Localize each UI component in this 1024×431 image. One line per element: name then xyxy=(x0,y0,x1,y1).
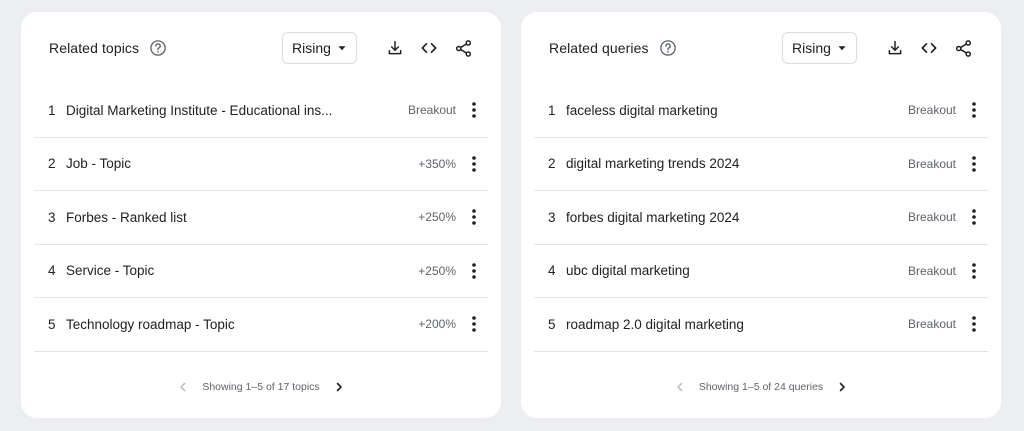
item-rank: 4 xyxy=(48,263,56,279)
topics-list: 1 Digital Marketing Institute - Educatio… xyxy=(34,84,488,352)
item-value: Breakout xyxy=(407,103,456,118)
item-rank: 4 xyxy=(548,263,556,279)
caret-down-icon xyxy=(337,40,347,56)
item-value: Breakout xyxy=(907,263,956,278)
item-rank: 5 xyxy=(48,316,56,332)
more-vert-icon[interactable] xyxy=(462,152,486,176)
item-label[interactable]: Service - Topic xyxy=(66,263,341,278)
download-icon[interactable] xyxy=(883,36,907,60)
help-icon[interactable] xyxy=(659,39,677,57)
more-vert-icon[interactable] xyxy=(462,205,486,229)
rising-dropdown[interactable]: Rising xyxy=(782,32,857,64)
card-header: Related topics Rising xyxy=(21,32,501,64)
download-icon[interactable] xyxy=(383,36,407,60)
embed-code-icon[interactable] xyxy=(917,36,941,60)
more-vert-icon[interactable] xyxy=(462,259,486,283)
item-value: Breakout xyxy=(907,156,956,171)
related-queries-card: Related queries Rising 1 faceless digita… xyxy=(521,12,1001,418)
item-label[interactable]: digital marketing trends 2024 xyxy=(566,156,841,171)
list-item[interactable]: 4 Service - Topic +250% xyxy=(34,245,488,298)
more-vert-icon[interactable] xyxy=(462,98,486,122)
list-item[interactable]: 1 faceless digital marketing Breakout xyxy=(534,84,988,138)
rising-dropdown[interactable]: Rising xyxy=(282,32,357,64)
chevron-left-icon[interactable] xyxy=(671,378,689,396)
item-label[interactable]: roadmap 2.0 digital marketing xyxy=(566,317,841,332)
item-rank: 2 xyxy=(48,156,56,172)
chevron-right-icon[interactable] xyxy=(330,378,348,396)
more-vert-icon[interactable] xyxy=(962,205,986,229)
item-label[interactable]: Digital Marketing Institute - Educationa… xyxy=(66,103,341,118)
more-vert-icon[interactable] xyxy=(462,312,486,336)
dropdown-value: Rising xyxy=(292,40,331,56)
list-item[interactable]: 5 Technology roadmap - Topic +200% xyxy=(34,298,488,352)
list-item[interactable]: 2 digital marketing trends 2024 Breakout xyxy=(534,138,988,191)
share-icon[interactable] xyxy=(451,36,475,60)
item-label[interactable]: faceless digital marketing xyxy=(566,103,841,118)
card-title: Related queries xyxy=(549,40,649,56)
pagination-text: Showing 1–5 of 17 topics xyxy=(202,381,320,393)
card-header: Related queries Rising xyxy=(521,32,1001,64)
item-rank: 1 xyxy=(48,102,56,118)
item-value: +250% xyxy=(418,263,456,278)
pagination: Showing 1–5 of 17 topics xyxy=(21,378,501,396)
share-icon[interactable] xyxy=(951,36,975,60)
item-value: +200% xyxy=(418,317,456,332)
more-vert-icon[interactable] xyxy=(962,312,986,336)
item-rank: 5 xyxy=(548,316,556,332)
chevron-right-icon[interactable] xyxy=(833,378,851,396)
more-vert-icon[interactable] xyxy=(962,98,986,122)
item-value: Breakout xyxy=(907,210,956,225)
item-rank: 1 xyxy=(548,102,556,118)
item-value: Breakout xyxy=(907,317,956,332)
pagination-text: Showing 1–5 of 24 queries xyxy=(698,381,824,393)
list-item[interactable]: 4 ubc digital marketing Breakout xyxy=(534,245,988,298)
list-item[interactable]: 2 Job - Topic +350% xyxy=(34,138,488,191)
help-icon[interactable] xyxy=(149,39,167,57)
related-topics-card: Related topics Rising 1 Digital Marketin… xyxy=(21,12,501,418)
list-item[interactable]: 5 roadmap 2.0 digital marketing Breakout xyxy=(534,298,988,352)
item-label[interactable]: forbes digital marketing 2024 xyxy=(566,210,841,225)
item-rank: 3 xyxy=(548,209,556,225)
more-vert-icon[interactable] xyxy=(962,152,986,176)
embed-code-icon[interactable] xyxy=(417,36,441,60)
caret-down-icon xyxy=(837,40,847,56)
queries-list: 1 faceless digital marketing Breakout 2 … xyxy=(534,84,988,352)
item-label[interactable]: Job - Topic xyxy=(66,156,341,171)
more-vert-icon[interactable] xyxy=(962,259,986,283)
chevron-left-icon[interactable] xyxy=(174,378,192,396)
item-value: +350% xyxy=(418,156,456,171)
item-value: +250% xyxy=(418,210,456,225)
list-item[interactable]: 1 Digital Marketing Institute - Educatio… xyxy=(34,84,488,138)
list-item[interactable]: 3 forbes digital marketing 2024 Breakout xyxy=(534,191,988,245)
trends-panels: Related topics Rising 1 Digital Marketin… xyxy=(0,0,1024,431)
item-label[interactable]: Forbes - Ranked list xyxy=(66,210,341,225)
item-rank: 2 xyxy=(548,156,556,172)
item-value: Breakout xyxy=(907,103,956,118)
pagination: Showing 1–5 of 24 queries xyxy=(521,378,1001,396)
dropdown-value: Rising xyxy=(792,40,831,56)
item-rank: 3 xyxy=(48,209,56,225)
item-label[interactable]: ubc digital marketing xyxy=(566,263,841,278)
list-item[interactable]: 3 Forbes - Ranked list +250% xyxy=(34,191,488,245)
card-title: Related topics xyxy=(49,40,140,56)
item-label[interactable]: Technology roadmap - Topic xyxy=(66,317,341,332)
